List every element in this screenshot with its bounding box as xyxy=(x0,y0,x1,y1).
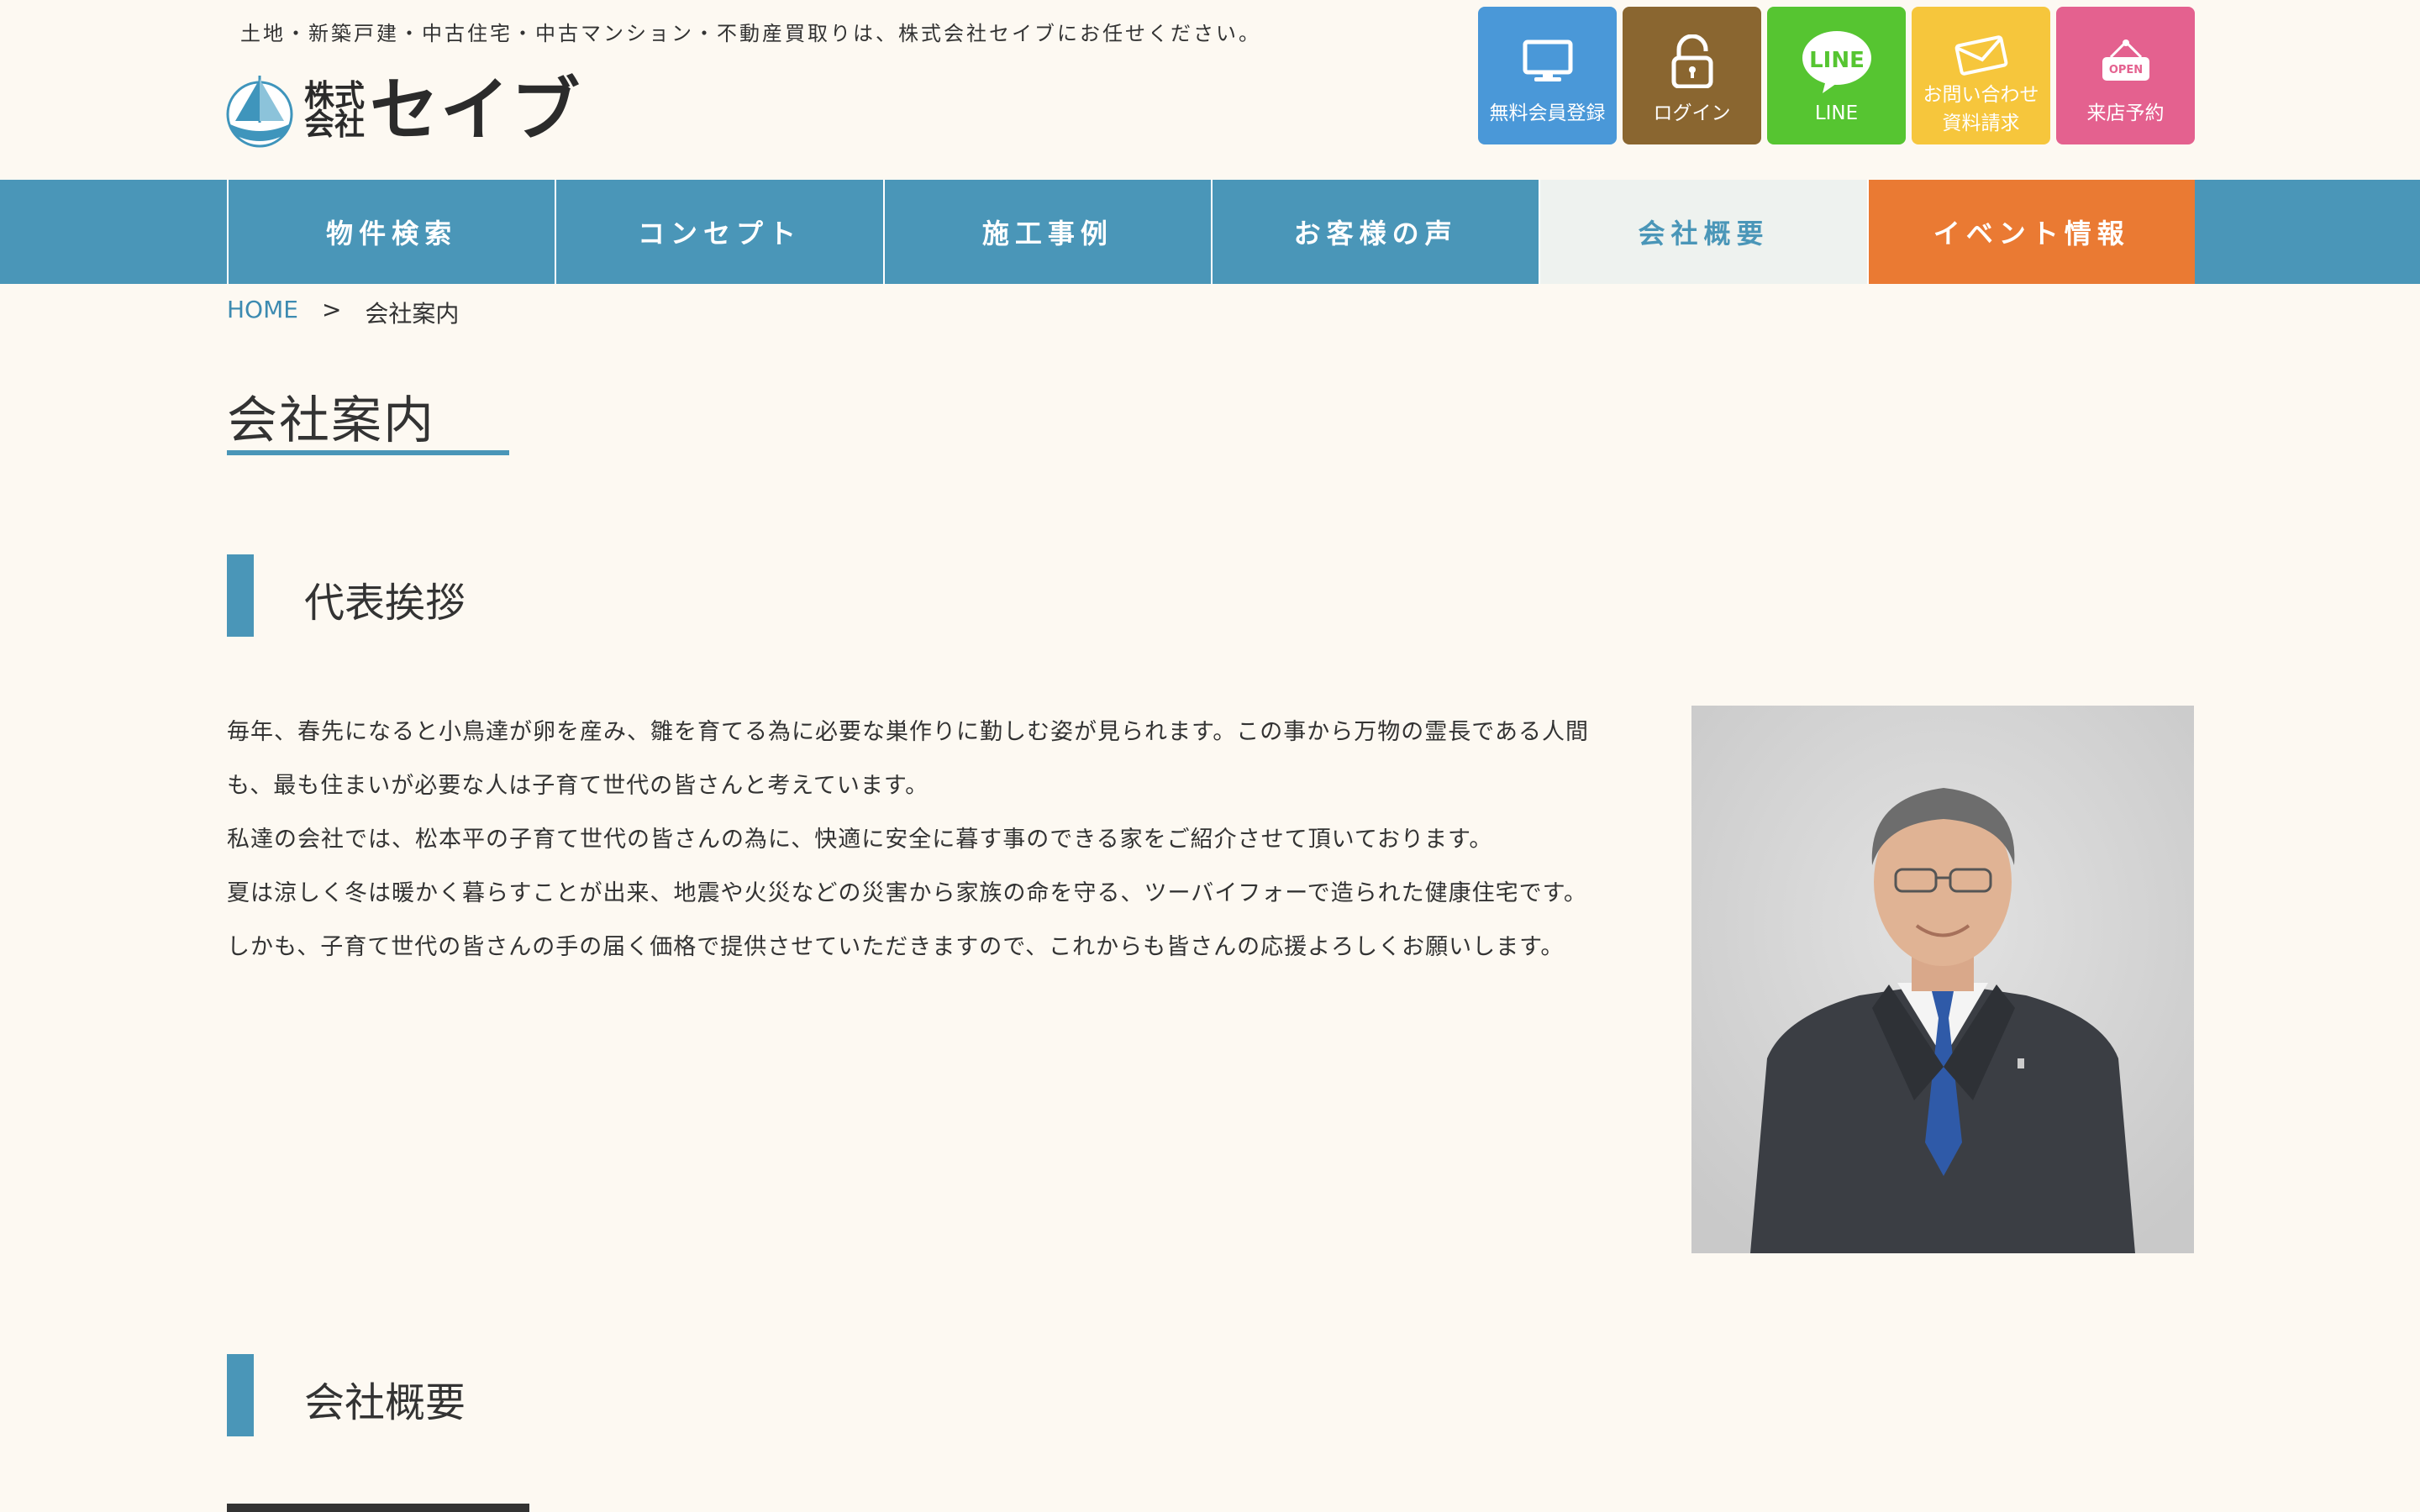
greeting-line: 夏は涼しく冬は暖かく暮らすことが出来、地震や火災などの災害から家族の命を守る、ツ… xyxy=(227,880,1587,906)
line-icon: LINE xyxy=(1802,31,1871,93)
login-button[interactable]: ログイン xyxy=(1623,7,1761,144)
login-label: ログイン xyxy=(1653,102,1731,124)
unlock-icon xyxy=(1671,34,1712,88)
visit-reservation-button[interactable]: OPEN 来店予約 xyxy=(2056,7,2195,144)
nav-item-customer-voices[interactable]: お客様の声 xyxy=(1213,180,1541,284)
greeting-section-bar xyxy=(227,554,254,637)
company-logo[interactable]: 株式 会社 セイブ xyxy=(225,69,581,153)
company-section-title: 会社概要 xyxy=(304,1379,466,1426)
main-nav: 物件検索 コンセプト 施工事例 お客様の声 会社概要 イベント情報 xyxy=(0,180,2420,284)
logo-mark-icon xyxy=(226,76,293,148)
open-sign-text: OPEN xyxy=(2108,64,2142,76)
nav-item-company-overview[interactable]: 会社概要 xyxy=(1540,180,1869,284)
monitor-icon xyxy=(1523,39,1572,81)
open-sign-icon: OPEN xyxy=(2102,39,2149,81)
register-label: 無料会員登録 xyxy=(1489,102,1606,124)
president-portrait-image xyxy=(1691,706,2194,1253)
register-button[interactable]: 無料会員登録 xyxy=(1478,7,1617,144)
president-photo xyxy=(1691,706,2194,1253)
greeting-message: 毎年、春先になると小鳥達が卵を産み、雛を育てる為に必要な巣作りに勤しむ姿が見られ… xyxy=(227,706,1605,974)
greeting-line: 私達の会社では、松本平の子育て世代の皆さんの為に、快適に安全に暮す事のできる家を… xyxy=(227,827,1493,853)
greeting-line: も、最も住まいが必要な人は子育て世代の皆さんと考えています。 xyxy=(227,773,929,799)
company-section-bar xyxy=(227,1354,254,1436)
logo-small-bottom: 会社 xyxy=(304,108,366,142)
nav-item-concept[interactable]: コンセプト xyxy=(556,180,885,284)
line-icon-text: LINE xyxy=(1809,48,1865,73)
mail-icon xyxy=(1954,35,2007,76)
breadcrumb-current: 会社案内 xyxy=(365,300,460,328)
breadcrumb: HOME > 会社案内 xyxy=(227,296,459,329)
breadcrumb-separator: > xyxy=(321,296,342,323)
greeting-line: しかも、子育て世代の皆さんの手の届く価格で提供させていただきますので、これからも… xyxy=(227,934,1565,960)
visit-reservation-label: 来店予約 xyxy=(2086,102,2165,124)
line-button[interactable]: LINE LINE xyxy=(1767,7,1906,144)
page-title: 会社案内 xyxy=(227,391,435,450)
page-title-underline xyxy=(227,450,509,455)
contact-label-line1: お問い合わせ xyxy=(1923,84,2039,106)
nav-item-event-info[interactable]: イベント情報 xyxy=(1868,180,2195,284)
contact-button[interactable]: お問い合わせ 資料請求 xyxy=(1912,7,2050,144)
nav-item-property-search[interactable]: 物件検索 xyxy=(229,180,557,284)
line-label: LINE xyxy=(1814,102,1859,124)
logo-name: セイブ xyxy=(370,71,582,150)
company-table-tab xyxy=(227,1504,529,1512)
contact-label-line2: 資料請求 xyxy=(1942,113,2020,134)
breadcrumb-home-link[interactable]: HOME xyxy=(227,296,298,329)
header-tagline: 土地・新築戸建・中古住宅・中古マンション・不動産買取りは、株式会社セイブにお任せ… xyxy=(240,22,1261,45)
header-buttons: 無料会員登録 ログイン LINE LINE お問い合わせ 資料請求 OPEN 来… xyxy=(1478,7,2195,144)
greeting-section-title: 代表挨拶 xyxy=(304,580,466,627)
nav-item-construction-cases[interactable]: 施工事例 xyxy=(885,180,1213,284)
logo-small-top: 株式 xyxy=(304,79,366,113)
greeting-line: 毎年、春先になると小鳥達が卵を産み、雛を育てる為に必要な巣作りに勤しむ姿が見られ… xyxy=(227,719,1590,745)
